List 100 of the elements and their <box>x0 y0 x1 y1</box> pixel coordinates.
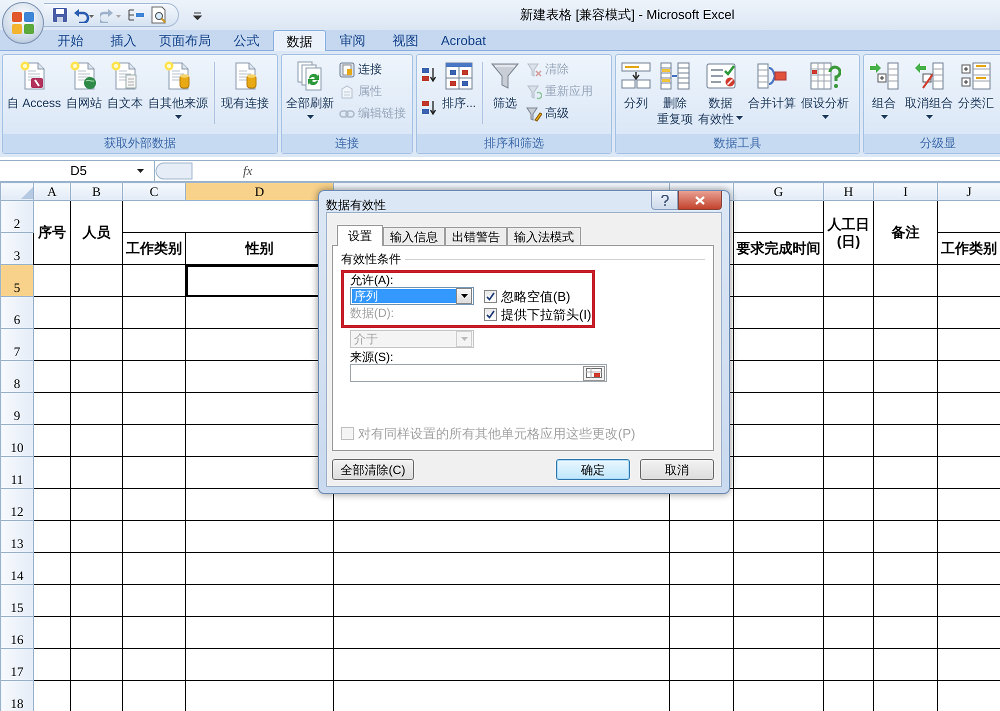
help-button[interactable] <box>651 191 678 210</box>
cancel-button[interactable]: 取消 <box>640 459 714 480</box>
ribbon-button[interactable]: 自其他来源 <box>146 58 210 124</box>
ribbon-button[interactable]: 高级 <box>524 103 596 124</box>
ribbon-button[interactable]: 筛选 <box>487 58 524 113</box>
customize-icon[interactable] <box>193 10 202 20</box>
column-header[interactable]: C <box>122 182 186 200</box>
ribbon-button[interactable]: 分类汇 <box>956 58 996 113</box>
table-cell: 人员 <box>70 200 122 264</box>
group-label: 数据工具 <box>616 134 859 153</box>
dropdown-value: 介于 <box>353 332 379 346</box>
close-icon <box>695 196 705 204</box>
ribbon-button[interactable]: 自 Access <box>5 58 64 113</box>
section-title: 有效性条件 <box>341 252 401 267</box>
ribbon-tab[interactable]: 插入 <box>97 30 150 50</box>
ribbon-tab[interactable]: 视图 <box>379 30 432 50</box>
group-icon <box>868 60 900 92</box>
ribbon-button[interactable]: 合并计算 <box>746 58 798 113</box>
ribbon-button[interactable]: 排序... <box>440 58 478 113</box>
checkbox[interactable] <box>484 290 497 304</box>
ribbon-button[interactable]: 删除 重复项 <box>655 58 695 129</box>
group-label: 连接 <box>282 134 412 153</box>
help-icon <box>660 194 668 206</box>
ribbon-tab[interactable]: 审阅 <box>326 30 379 50</box>
row-header[interactable]: 17 <box>0 648 34 680</box>
expand-handle-icon[interactable] <box>155 162 195 180</box>
row-header[interactable]: 13 <box>0 520 34 552</box>
page-icon <box>339 84 355 100</box>
table-icon <box>659 60 691 92</box>
row-header[interactable]: 8 <box>0 360 34 392</box>
caret-icon <box>460 294 468 298</box>
cell-reference: D5 <box>70 163 87 179</box>
checkbox-label: 对有同样设置的所有其他单元格应用这些更改(P) <box>358 426 636 442</box>
row-header[interactable]: 16 <box>0 616 34 648</box>
column-header[interactable]: J <box>938 182 1000 200</box>
dialog-tab[interactable]: 输入信息 <box>383 227 445 246</box>
row-header[interactable]: 7 <box>0 328 34 360</box>
column-header[interactable]: D <box>186 182 334 200</box>
reapply-icon <box>526 84 542 100</box>
ribbon-button[interactable]: 自文本 <box>105 58 146 113</box>
close-button[interactable] <box>678 191 722 210</box>
print-preview-icon[interactable] <box>150 6 168 24</box>
row-header[interactable]: 2 <box>0 200 34 232</box>
checkbox[interactable] <box>484 308 497 322</box>
save-icon[interactable] <box>52 7 68 23</box>
row-header[interactable]: 12 <box>0 488 34 520</box>
ribbon-tab[interactable]: 页面布局 <box>150 30 220 50</box>
column-header[interactable]: G <box>734 182 824 200</box>
checkbox-label: 提供下拉箭头(I) <box>501 306 592 323</box>
subtotal-icon <box>960 60 992 92</box>
column-header[interactable]: A <box>34 182 70 200</box>
document-icon <box>339 62 355 78</box>
ribbon-button[interactable]: 自网站 <box>64 58 104 113</box>
row-header[interactable]: 9 <box>0 392 34 424</box>
range-select-icon <box>586 368 602 378</box>
clear-all-button[interactable]: 全部清除(C) <box>332 459 414 480</box>
range-select-button[interactable] <box>583 366 605 381</box>
column-header[interactable]: B <box>70 182 122 200</box>
table-question-icon <box>809 60 841 92</box>
ribbon-button[interactable]: 组合 <box>866 58 902 124</box>
group-label: 分级显 <box>864 134 1000 153</box>
dropdown-value: 序列 <box>352 289 456 304</box>
ribbon-button[interactable]: 分列 <box>618 58 654 113</box>
dialog-tab[interactable]: 设置 <box>337 225 383 246</box>
ribbon-tab[interactable]: 公式 <box>220 30 273 50</box>
list-icon[interactable] <box>127 7 145 23</box>
row-header[interactable]: 14 <box>0 552 34 584</box>
ribbon-button[interactable]: 取消组合 <box>903 58 955 124</box>
ribbon-button[interactable]: 数据 有效性 <box>696 58 745 129</box>
row-header[interactable]: 18 <box>0 680 34 711</box>
ribbon-button[interactable]: 现有连接 <box>219 58 272 113</box>
ribbon-tab[interactable]: Acrobat <box>432 30 495 50</box>
field-label: 允许(A): <box>350 272 394 288</box>
row-header[interactable]: 10 <box>0 424 34 456</box>
office-logo-icon <box>10 10 36 36</box>
insert-function-button[interactable]: fx <box>243 163 252 179</box>
column-header[interactable]: H <box>824 182 874 200</box>
dialog-tab[interactable]: 出错警告 <box>445 227 507 246</box>
row-header[interactable]: 3 <box>0 232 34 264</box>
ribbon-button[interactable]: 全部刷新 <box>284 58 336 124</box>
undo-icon[interactable] <box>73 7 95 23</box>
column-header[interactable]: I <box>874 182 938 200</box>
input-field[interactable] <box>350 364 607 382</box>
row-header[interactable]: 5 <box>0 264 34 296</box>
row-header[interactable]: 6 <box>0 296 34 328</box>
ribbon-tab[interactable]: 开始 <box>44 30 97 50</box>
advanced-filter-icon <box>526 106 542 122</box>
filter-clear-icon <box>526 62 542 78</box>
name-box[interactable]: D5 <box>0 161 155 181</box>
table-cell: 工作类别 <box>122 232 186 264</box>
dialog-tab[interactable]: 输入法模式 <box>507 227 581 246</box>
row-header[interactable]: 11 <box>0 456 34 488</box>
ribbon-button[interactable]: 假设分析 <box>799 58 851 124</box>
row-header[interactable]: 15 <box>0 584 34 616</box>
sort-icon <box>443 60 475 92</box>
table-cell: 人工日 (日) <box>824 200 874 264</box>
ok-button[interactable]: 确定 <box>556 459 630 480</box>
field-label: 来源(S): <box>350 350 394 364</box>
ribbon-tab[interactable]: 数据 <box>273 30 326 51</box>
ribbon-button[interactable]: 连接 <box>337 59 408 80</box>
